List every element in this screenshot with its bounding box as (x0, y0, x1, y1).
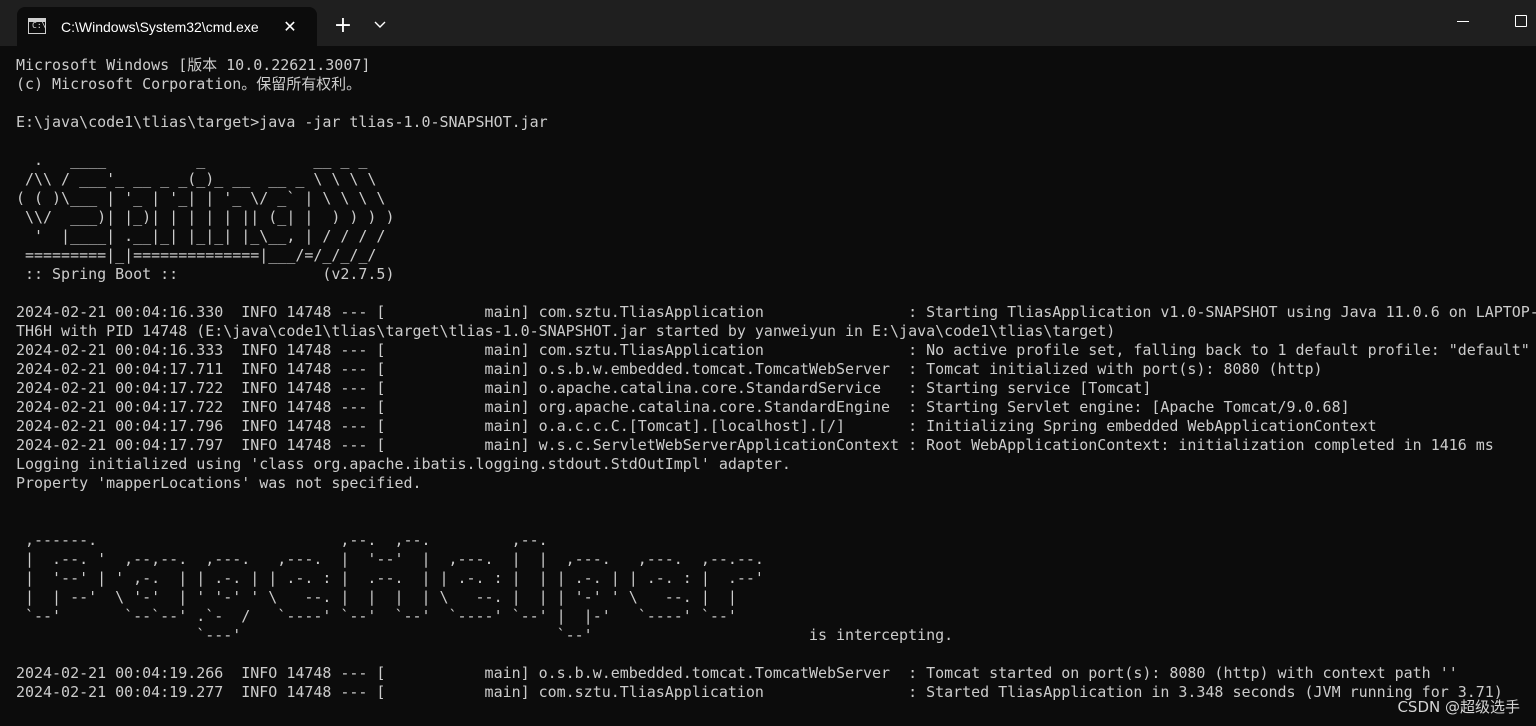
chevron-down-icon[interactable] (367, 12, 393, 40)
chevron-down-icon-glyph (374, 21, 386, 28)
tab-cmd[interactable]: C:\ C:\Windows\System32\cmd.exe ✕ (17, 7, 317, 46)
terminal-output: Microsoft Windows [版本 10.0.22621.3007] (… (16, 56, 1536, 701)
cmd-icon-glyph: C:\ (32, 21, 47, 30)
minimize-icon[interactable] (1444, 6, 1484, 36)
maximize-icon[interactable] (1500, 6, 1536, 36)
close-icon[interactable]: ✕ (278, 15, 302, 39)
terminal-area[interactable]: Microsoft Windows [版本 10.0.22621.3007] (… (0, 46, 1536, 726)
tab-title: C:\Windows\System32\cmd.exe (61, 19, 259, 35)
terminal-window: C:\ C:\Windows\System32\cmd.exe ✕ + Micr… (0, 0, 1536, 726)
plus-icon[interactable]: + (329, 12, 357, 40)
title-bar[interactable]: C:\ C:\Windows\System32\cmd.exe ✕ + (0, 0, 1536, 46)
cmd-icon: C:\ (28, 18, 46, 34)
watermark: CSDN @超级选手 (1397, 698, 1520, 716)
